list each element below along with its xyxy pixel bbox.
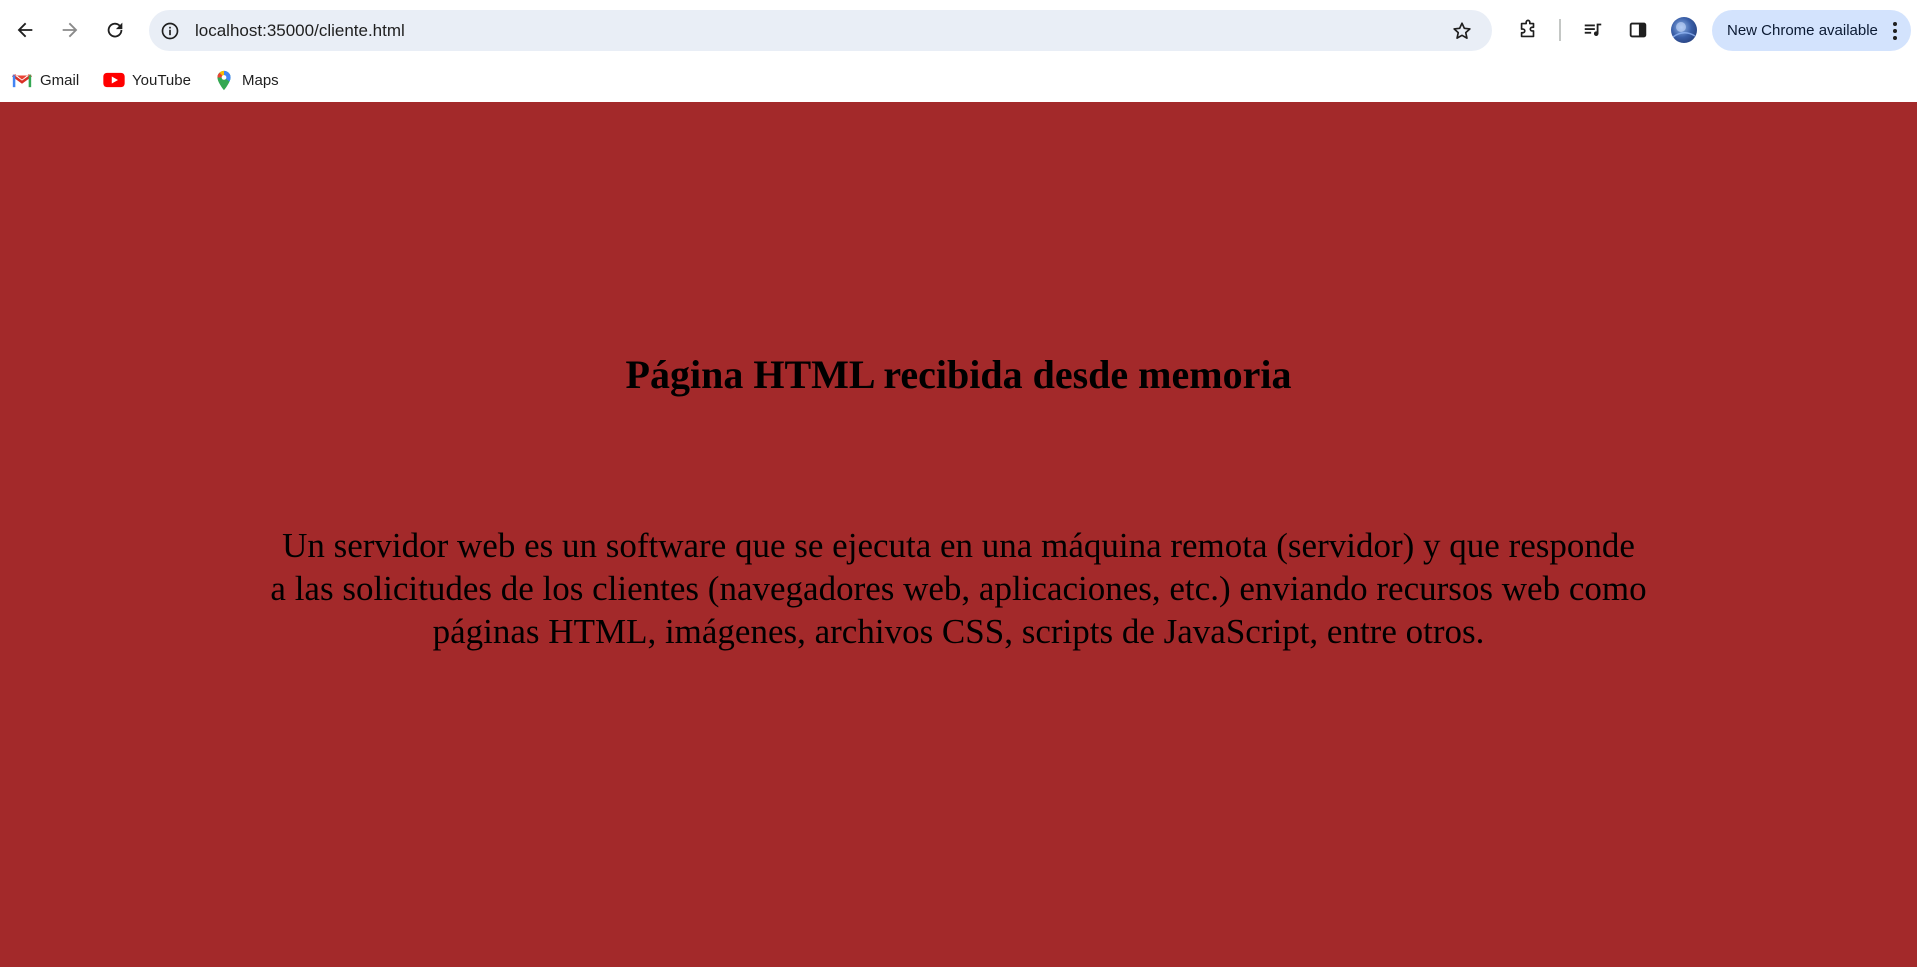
page-content: Página HTML recibida desde memoria Un se… <box>0 102 1917 967</box>
bookmark-label: Maps <box>242 71 279 89</box>
forward-button[interactable] <box>54 14 86 46</box>
bookmark-label: YouTube <box>132 71 191 89</box>
music-queue-icon <box>1584 23 1602 36</box>
back-button[interactable] <box>9 14 41 46</box>
reload-button[interactable] <box>99 14 131 46</box>
bookmarks-bar: Gmail YouTube Maps <box>0 60 1917 102</box>
maps-icon <box>213 69 235 91</box>
site-info-icon[interactable] <box>159 20 181 42</box>
page-title: Página HTML recibida desde memoria <box>625 352 1292 397</box>
puzzle-icon <box>1520 19 1535 38</box>
bookmark-youtube[interactable]: YouTube <box>103 66 191 94</box>
reload-icon <box>107 22 123 38</box>
arrow-left-icon <box>17 22 33 38</box>
address-bar[interactable]: localhost:35000/cliente.html <box>149 10 1492 51</box>
media-controls-button[interactable] <box>1578 15 1608 45</box>
update-label: New Chrome available <box>1727 22 1878 39</box>
bookmark-gmail[interactable]: Gmail <box>11 66 79 94</box>
arrow-right-icon <box>62 22 78 38</box>
url-text[interactable]: localhost:35000/cliente.html <box>195 10 405 51</box>
side-panel-icon <box>1629 22 1647 38</box>
bookmark-label: Gmail <box>40 71 80 89</box>
youtube-icon <box>103 69 125 91</box>
bookmark-maps[interactable]: Maps <box>213 66 279 94</box>
toolbar-divider <box>1559 19 1561 41</box>
bookmark-star-icon[interactable] <box>1450 19 1474 43</box>
browser-toolbar: localhost:35000/cliente.html New Chrome … <box>0 0 1917 60</box>
page-paragraph: Un servidor web es un software que se ej… <box>270 526 1647 651</box>
side-panel-button[interactable] <box>1623 15 1653 45</box>
gmail-icon <box>11 69 33 91</box>
vertical-dots-icon[interactable] <box>1891 20 1899 42</box>
avatar-icon <box>1672 22 1696 38</box>
new-chrome-available-button[interactable]: New Chrome available <box>1712 10 1911 51</box>
extensions-button[interactable] <box>1513 15 1543 45</box>
profile-avatar[interactable] <box>1671 17 1697 43</box>
